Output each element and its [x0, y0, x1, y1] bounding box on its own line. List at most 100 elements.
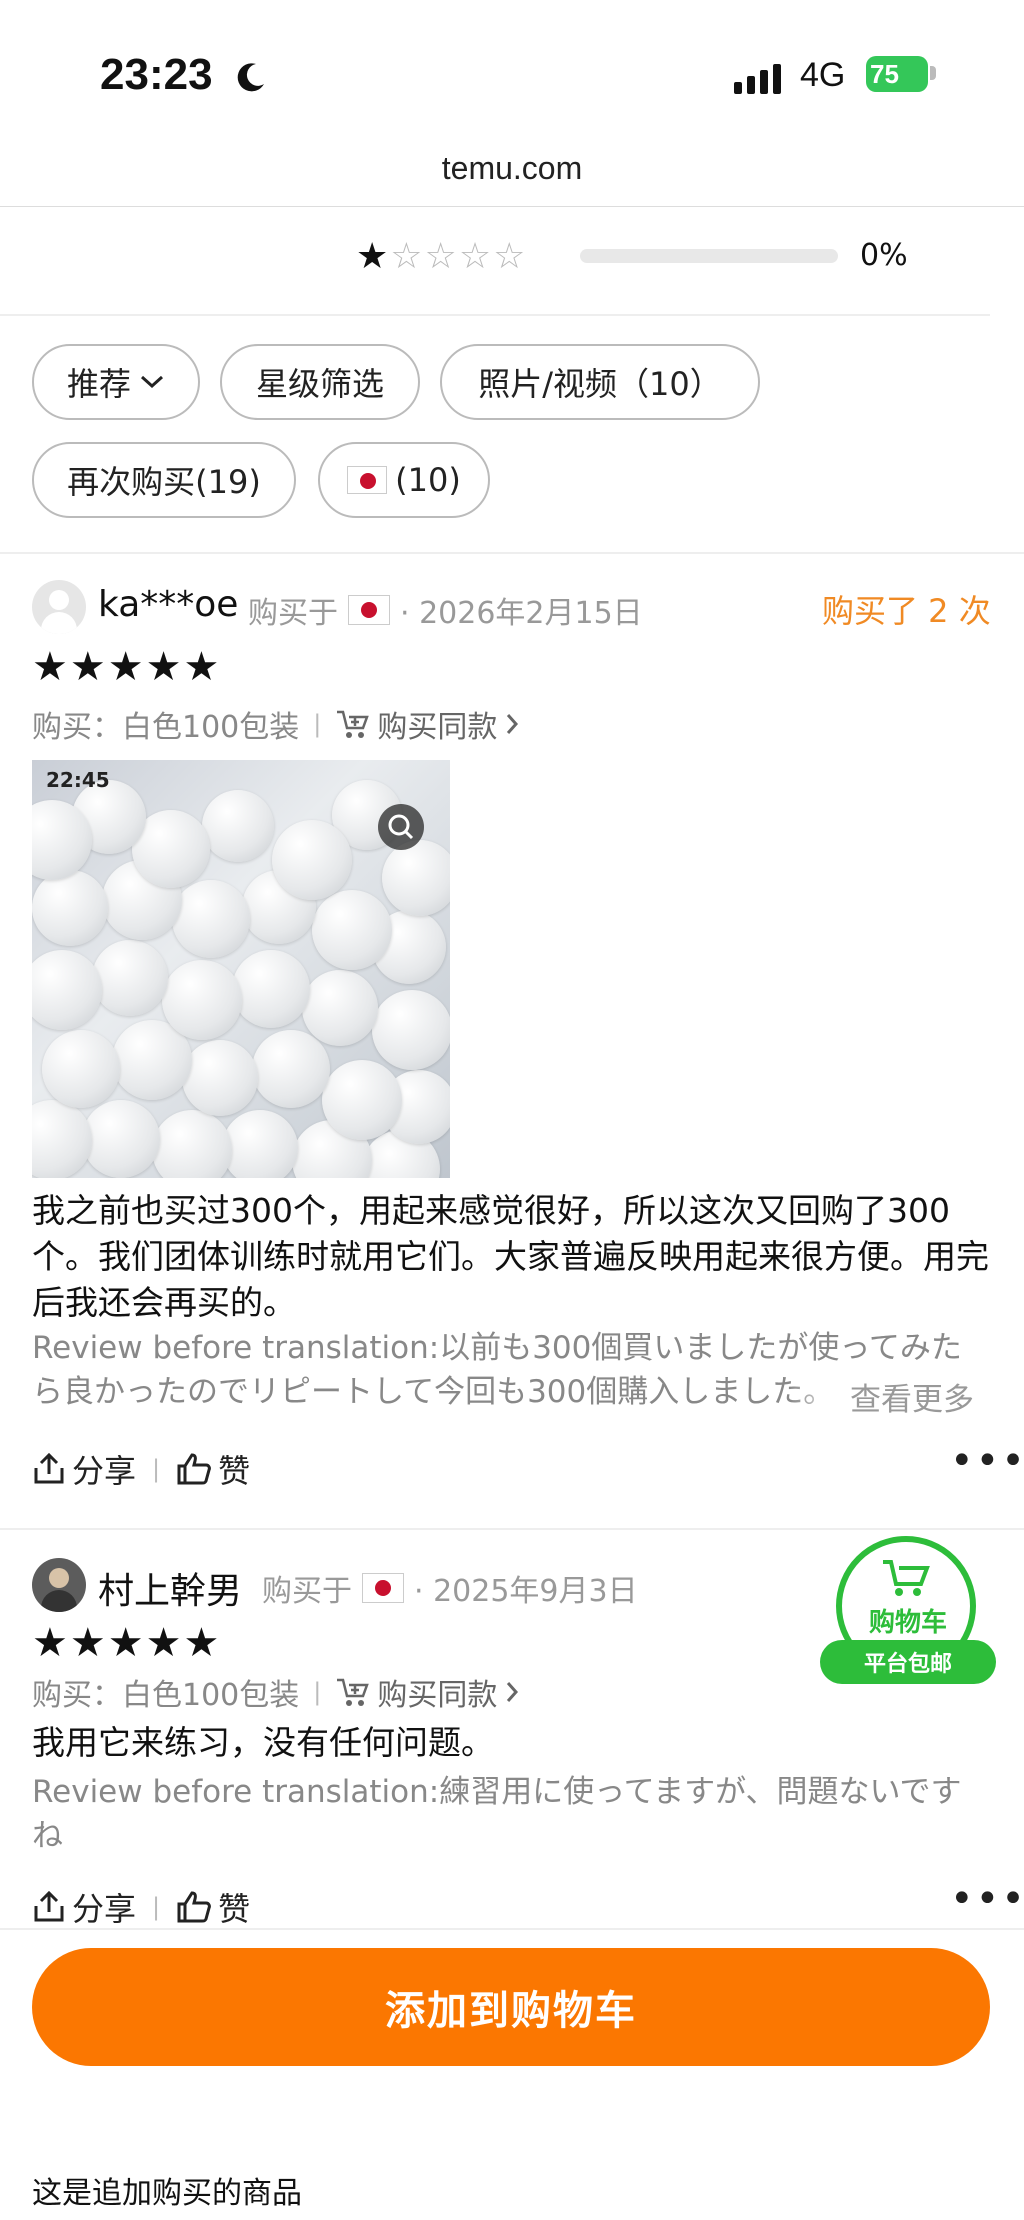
filter-recommend[interactable]: 推荐: [32, 344, 200, 420]
chevron-right-icon: [507, 1682, 519, 1702]
ping-pong-ball: [312, 890, 392, 970]
review-variant-row: 购买：白色100包装 | 购买同款: [32, 1670, 521, 1714]
battery-icon: 75: [866, 56, 928, 92]
share-label: 分享: [72, 1452, 137, 1490]
ping-pong-ball: [152, 1110, 232, 1178]
buy-same-label: 购买同款: [377, 710, 498, 745]
ping-pong-ball: [182, 1040, 258, 1116]
bought-in-label: 购买于: [248, 596, 338, 631]
review-date: · 2025年9月3日: [414, 1574, 638, 1609]
filter-label: (10): [395, 461, 461, 499]
chevron-down-icon: [140, 375, 164, 389]
chevron-right-icon: [507, 714, 519, 734]
review-original-text: Review before translation:練習用に使ってますが、問題な…: [32, 1774, 962, 1854]
signal-icon: [734, 60, 781, 94]
like-button[interactable]: 赞: [176, 1446, 250, 1492]
review-meta: 购买于 · 2026年2月15日: [248, 588, 643, 632]
review-text: 我之前也买过300个，用起来感觉很好，所以这次又回购了300个。我们团体训练时就…: [32, 1191, 989, 1322]
like-label: 赞: [218, 1452, 251, 1490]
cart-icon: [337, 710, 370, 738]
avatar[interactable]: [32, 580, 86, 634]
ping-pong-ball: [172, 880, 250, 958]
ping-pong-ball: [252, 1030, 330, 1108]
share-button[interactable]: 分享: [32, 1884, 136, 1930]
free-shipping-badge: 平台包邮: [820, 1640, 996, 1684]
ping-pong-ball: [32, 870, 108, 946]
filter-repurchase[interactable]: 再次购买(19): [32, 442, 296, 518]
ping-pong-ball: [202, 790, 274, 862]
ping-pong-ball: [302, 970, 378, 1046]
review-date: · 2026年2月15日: [400, 596, 643, 631]
variant-label: 购买：白色100包装: [32, 710, 300, 745]
share-label: 分享: [72, 1890, 137, 1928]
review-username[interactable]: 村上幹男: [98, 1562, 242, 1614]
japan-flag-icon: [362, 1573, 404, 1603]
review-stars: ★★★★★: [32, 1620, 222, 1666]
like-button[interactable]: 赞: [176, 1884, 250, 1930]
more-options-icon[interactable]: •••: [950, 1876, 1024, 1922]
review-actions: 分享 | 赞: [32, 1446, 250, 1492]
ping-pong-ball: [372, 990, 450, 1070]
filter-star[interactable]: 星级筛选: [220, 344, 420, 420]
filter-country[interactable]: (10): [318, 442, 490, 518]
photo-time: 22:45: [46, 768, 110, 792]
url-bar[interactable]: temu.com: [0, 150, 1024, 187]
cart-label: 购物车: [868, 1608, 947, 1638]
share-icon: [34, 1452, 64, 1484]
zoom-icon: [378, 804, 424, 850]
battery-tip: [930, 66, 936, 80]
like-label: 赞: [218, 1890, 251, 1928]
rating-percent: 0%: [860, 238, 908, 273]
battery-level: 75: [870, 58, 899, 89]
moon-icon: [237, 63, 264, 92]
review-variant-row: 购买：白色100包装 | 购买同款: [32, 702, 521, 746]
divider: [0, 314, 990, 316]
review-actions: 分享 | 赞: [32, 1884, 250, 1930]
divider: [0, 206, 1024, 207]
floating-cart-button[interactable]: 购物车 平台包邮: [820, 1536, 996, 1686]
ping-pong-ball: [322, 1060, 402, 1140]
add-to-cart-button[interactable]: 添加到购物车: [32, 1948, 990, 2066]
ping-pong-ball: [382, 840, 450, 916]
bought-in-label: 购买于: [262, 1574, 352, 1609]
status-bar: 23:23 4G 75: [0, 0, 1024, 140]
ping-pong-ball: [232, 950, 310, 1028]
see-more-link[interactable]: 查看更多: [790, 1374, 974, 1419]
review-stars: ★★★★★: [32, 644, 222, 690]
footer-note: 这是追加购买的商品: [32, 2176, 302, 2211]
japan-flag-icon: [347, 466, 388, 494]
review-username[interactable]: ka***oe: [98, 584, 238, 625]
review-meta: 购买于 · 2025年9月3日: [262, 1566, 638, 1610]
rating-row-1: ★☆☆☆☆ 0%: [356, 235, 908, 277]
ping-pong-ball: [272, 820, 352, 900]
rating-stars: ★☆☆☆☆: [356, 235, 528, 277]
review-photo[interactable]: 22:45: [32, 760, 450, 1178]
divider: [0, 1928, 1024, 1930]
buy-same-link[interactable]: 购买同款: [335, 702, 521, 746]
thumbs-up-icon: [177, 1453, 211, 1485]
buy-same-label: 购买同款: [377, 1678, 498, 1713]
ping-pong-ball: [92, 940, 168, 1016]
divider: [0, 552, 1024, 554]
thumbs-up-icon: [177, 1891, 211, 1923]
buy-same-link[interactable]: 购买同款: [335, 1670, 521, 1714]
bought-times: 购买了 2 次: [822, 592, 991, 630]
filter-label: 推荐: [66, 365, 131, 403]
variant-label: 购买：白色100包装: [32, 1678, 300, 1713]
filter-photo-video[interactable]: 照片/视频（10）: [440, 344, 760, 420]
share-button[interactable]: 分享: [32, 1446, 136, 1492]
rating-bar: [580, 249, 838, 263]
clock: 23:23: [100, 50, 213, 99]
more-options-icon[interactable]: •••: [950, 1438, 1024, 1484]
japan-flag-icon: [348, 595, 390, 625]
ping-pong-ball: [82, 1100, 160, 1178]
ping-pong-ball: [162, 960, 242, 1040]
review-text: 我用它来练习，没有任何问题。: [32, 1723, 494, 1762]
cart-icon: [883, 1560, 930, 1596]
divider: [0, 1528, 1024, 1530]
ping-pong-ball: [222, 1110, 298, 1178]
ping-pong-ball: [32, 950, 102, 1030]
share-icon: [34, 1890, 64, 1922]
avatar[interactable]: [32, 1558, 86, 1612]
cart-icon: [337, 1678, 370, 1706]
